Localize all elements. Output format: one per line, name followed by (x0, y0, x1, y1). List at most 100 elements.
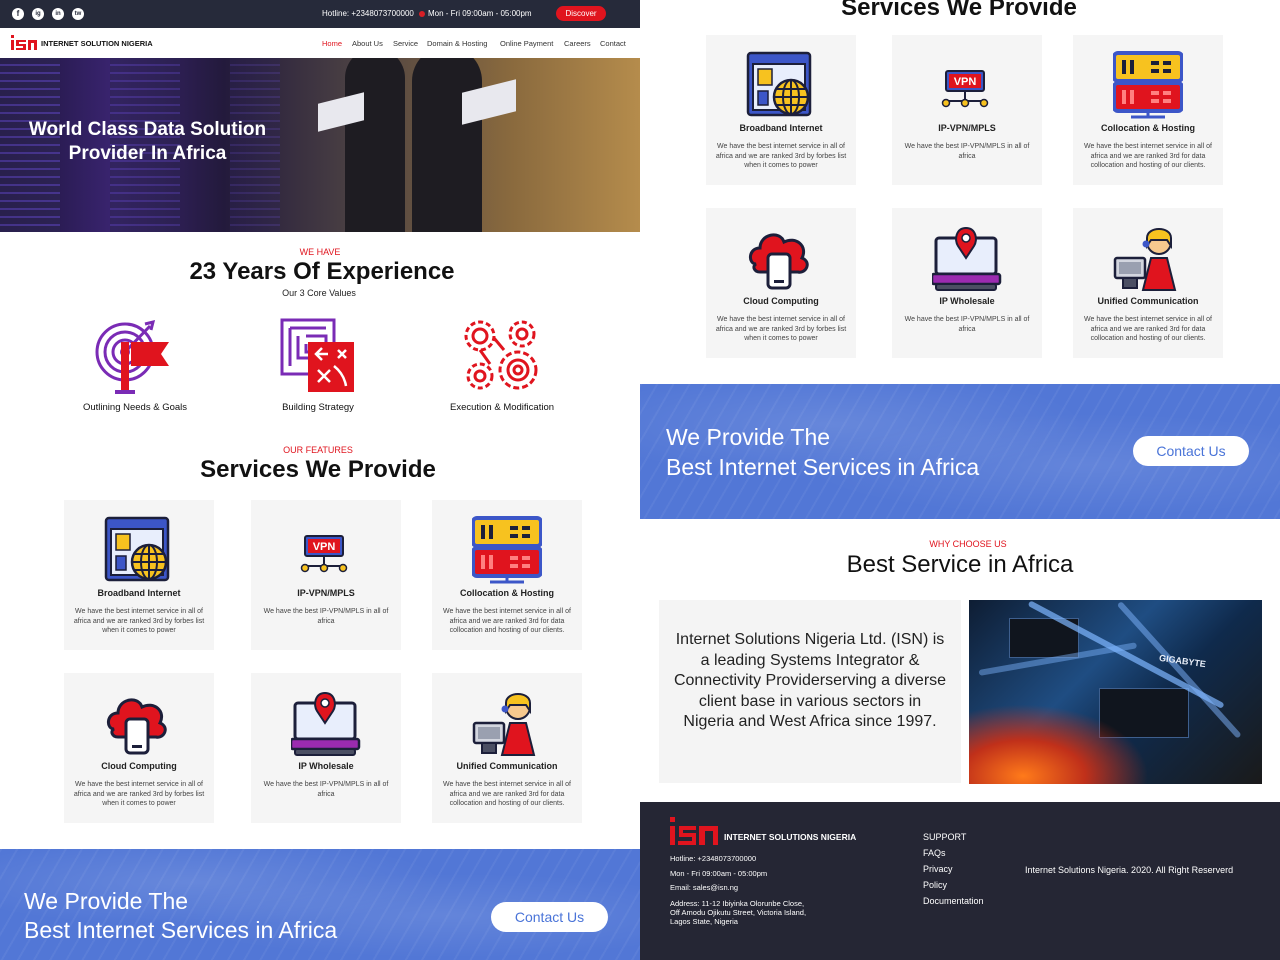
nav-about-us[interactable]: About Us (352, 39, 383, 48)
experience-title: 23 Years Of Experience (189, 258, 455, 285)
footer-link-policy[interactable]: Policy (923, 880, 947, 890)
hours-text: Mon - Fri 09:00am - 05:00pm (428, 9, 532, 18)
contact-us-button[interactable]: Contact Us (1133, 436, 1249, 466)
hero-title-line-2: Provider In Africa (68, 143, 227, 164)
location-laptop-icon (291, 691, 361, 757)
services-title: Services We Provide (841, 0, 1077, 21)
clock-icon (419, 11, 425, 17)
service-card-desc: We have the best internet service in all… (73, 781, 205, 807)
footer-brand: INTERNET SOLUTIONS NIGERIA (724, 832, 857, 842)
brand-name[interactable]: INTERNET SOLUTION NIGERIA (41, 39, 153, 48)
service-card-wholesale[interactable]: IP Wholesale We have the best IP-VPN/MPL… (251, 673, 401, 823)
service-card-vpn[interactable]: IP-VPN/MPLS We have the best IP-VPN/MPLS… (251, 500, 401, 650)
nav-online-payment[interactable]: Online Payment (500, 39, 553, 48)
twitter-icon[interactable]: tw (72, 8, 84, 20)
hotline-text: Hotline: +2348073700000 (322, 9, 414, 18)
service-card-title: IP Wholesale (298, 761, 354, 771)
about-text: Internet Solutions Nigeria Ltd. (ISN) is… (673, 631, 947, 730)
target-goal-icon (95, 319, 169, 394)
service-card-collocation[interactable]: Collocation & Hosting We have the best i… (1073, 35, 1223, 185)
footer: INTERNET SOLUTIONS NIGERIA Hotline: +234… (640, 802, 1280, 960)
services-title: Services We Provide (200, 456, 436, 483)
service-card-collocation[interactable]: Collocation & Hosting We have the best i… (432, 500, 582, 650)
service-card-desc: We have the best internet service in all… (1084, 143, 1212, 169)
footer-link-privacy[interactable]: Privacy (923, 864, 953, 874)
service-card-title: Unified Communication (456, 761, 558, 771)
core-value-execution: Execution & Modification (422, 318, 582, 413)
service-card-unified[interactable]: Unified Communication We have the best i… (1073, 208, 1223, 358)
page: f ig in tw Hotline: +2348073700000 Mon -… (0, 0, 1280, 960)
footer-hours: Mon - Fri 09:00am - 05:00pm (670, 869, 768, 878)
service-card-desc: We have the best IP-VPN/MPLS in all of a… (904, 316, 1030, 333)
banner-line-1: We Provide The (666, 424, 831, 450)
gigabyte-label: GIGABYTE (1158, 652, 1207, 670)
gears-icon (464, 320, 538, 390)
service-card-cloud[interactable]: Cloud Computing We have the best interne… (706, 208, 856, 358)
banner-line-2: Best Internet Services in Africa (666, 454, 980, 480)
cloud-icon (748, 233, 809, 290)
top-bar: f ig in tw Hotline: +2348073700000 Mon -… (0, 0, 640, 28)
footer-link-support[interactable]: SUPPORT (923, 832, 966, 842)
nav-contact[interactable]: Contact (600, 39, 626, 48)
facebook-icon[interactable]: f (12, 8, 24, 20)
discover-button[interactable]: Discover (556, 6, 606, 21)
service-card-title: Unified Communication (1097, 296, 1199, 306)
linkedin-icon[interactable]: in (52, 8, 64, 20)
hero-title: World Class Data Solution Provider In Af… (20, 118, 275, 166)
service-card-broadband[interactable]: Broadband Internet We have the best inte… (706, 35, 856, 185)
footer-address: Lagos State, Nigeria (670, 917, 738, 926)
experience-subtitle: Our 3 Core Values (282, 288, 356, 298)
service-card-desc: We have the best internet service in all… (715, 143, 847, 169)
why-title: Best Service in Africa (846, 551, 1074, 578)
service-card-wholesale[interactable]: IP Wholesale We have the best IP-VPN/MPL… (892, 208, 1042, 358)
isn-logo-icon[interactable] (670, 817, 720, 845)
location-laptop-icon (932, 226, 1002, 292)
contact-us-button[interactable]: Contact Us (491, 902, 608, 932)
service-card-title: Cloud Computing (101, 761, 177, 771)
footer-copyright: Internet Solutions Nigeria. 2020. All Ri… (1025, 865, 1234, 875)
core-value-label: Execution & Modification (449, 402, 555, 413)
footer-link-faqs[interactable]: FAQs (923, 848, 946, 858)
service-card-title: Collocation & Hosting (460, 588, 554, 598)
service-card-title: IP-VPN/MPLS (938, 123, 996, 133)
service-card-title: IP Wholesale (939, 296, 995, 306)
cta-banner: We Provide The Best Internet Services in… (640, 384, 1280, 519)
server-icon (1113, 51, 1183, 119)
footer-email[interactable]: Email: sales@isn.ng (670, 883, 738, 893)
hero-title-line-1: World Class Data Solution (28, 119, 267, 140)
nav-careers[interactable]: Careers (564, 39, 591, 48)
service-card-title: IP-VPN/MPLS (297, 588, 355, 598)
instagram-icon[interactable]: ig (32, 8, 44, 20)
service-card-desc: We have the best internet service in all… (443, 781, 571, 807)
service-card-desc: We have the best internet service in all… (1084, 316, 1212, 342)
banner-line-2: Best Internet Services in Africa (24, 917, 338, 943)
service-card-cloud[interactable]: Cloud Computing We have the best interne… (64, 673, 214, 823)
cloud-icon (106, 698, 167, 755)
service-card-vpn[interactable]: IP-VPN/MPLS We have the best IP-VPN/MPLS… (892, 35, 1042, 185)
nav-domain-hosting[interactable]: Domain & Hosting (427, 39, 487, 48)
banner-line-1: We Provide The (24, 888, 189, 914)
nav-home[interactable]: Home (322, 39, 342, 48)
homepage-top-section: f ig in tw Hotline: +2348073700000 Mon -… (0, 0, 640, 960)
cta-banner: We Provide The Best Internet Services in… (0, 849, 640, 960)
core-value-strategy: Building Strategy (238, 318, 398, 413)
service-card-unified[interactable]: Unified Communication We have the best i… (432, 673, 582, 823)
support-agent-icon (1113, 227, 1177, 292)
person-image (412, 58, 482, 232)
service-card-title: Collocation & Hosting (1101, 123, 1195, 133)
service-card-desc: We have the best IP-VPN/MPLS in all of a… (263, 608, 389, 625)
service-card-title: Broadband Internet (739, 123, 823, 133)
footer-link-documentation[interactable]: Documentation (923, 896, 984, 906)
hero-banner: World Class Data Solution Provider In Af… (0, 58, 640, 232)
isn-logo-icon[interactable] (11, 35, 39, 50)
person-image (345, 58, 405, 232)
service-card-broadband[interactable]: Broadband Internet We have the best inte… (64, 500, 214, 650)
vpn-icon (300, 535, 348, 573)
services-kicker: OUR FEATURES (283, 445, 353, 455)
nav-service[interactable]: Service (393, 39, 418, 48)
service-card-desc: We have the best IP-VPN/MPLS in all of a… (263, 781, 389, 798)
service-card-desc: We have the best internet service in all… (443, 608, 571, 634)
service-card-title: Cloud Computing (743, 296, 819, 306)
why-kicker: WHY CHOOSE US (929, 539, 1007, 549)
broadband-icon (104, 516, 170, 582)
